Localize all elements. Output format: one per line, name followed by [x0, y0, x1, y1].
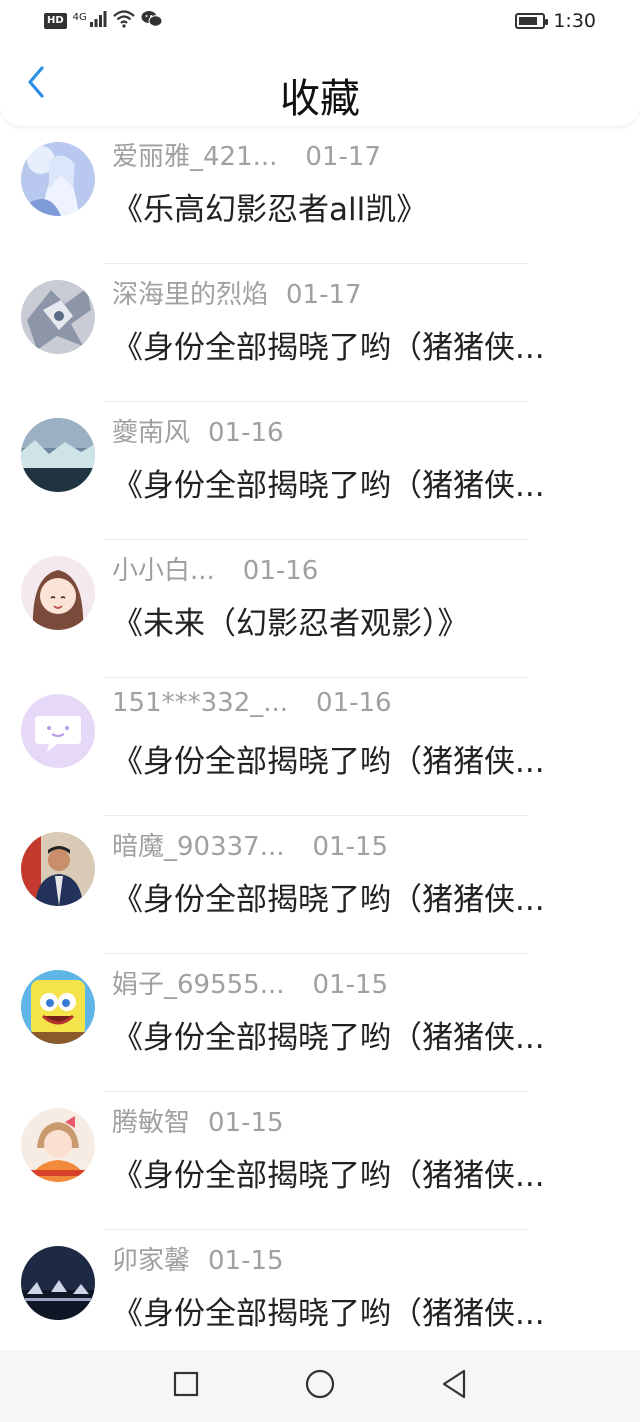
username: 腾敏智 [112, 1108, 191, 1138]
book-title[interactable]: 《身份全部揭晓了哟（猪猪侠... [112, 736, 590, 781]
item-meta: 腾敏智 01-15 [112, 1102, 284, 1139]
back-nav-button[interactable] [432, 1364, 476, 1408]
date: 01-15 [208, 1108, 284, 1138]
avatar[interactable] [21, 1246, 95, 1320]
username: 151***332_... [112, 688, 289, 718]
clock: 1:30 [553, 10, 596, 32]
book-title[interactable]: 《身份全部揭晓了哟（猪猪侠... [112, 322, 590, 367]
home-button[interactable] [298, 1364, 342, 1408]
list-item[interactable]: 腾敏智 01-15 《身份全部揭晓了哟（猪猪侠... [0, 1092, 640, 1230]
item-meta: 暗魔_90337... 01-15 [112, 826, 388, 863]
list-item[interactable]: 深海里的烈焰 01-17 《身份全部揭晓了哟（猪猪侠... [0, 264, 640, 402]
item-meta: 爱丽雅_421... 01-17 [112, 136, 381, 173]
date: 01-16 [316, 688, 392, 718]
username: 卯家馨 [112, 1246, 191, 1276]
item-meta: 卯家馨 01-15 [112, 1240, 284, 1277]
status-bar: HD 4G 1:30 [0, 0, 640, 44]
item-meta: 151***332_... 01-16 [112, 688, 392, 718]
item-meta: 夔南风 01-16 [112, 412, 284, 449]
recent-apps-icon [172, 1370, 200, 1402]
wechat-icon [141, 10, 163, 32]
book-title[interactable]: 《身份全部揭晓了哟（猪猪侠... [112, 1288, 590, 1333]
username: 暗魔_90337... [112, 832, 285, 862]
avatar[interactable] [21, 832, 95, 906]
status-left: HD 4G [44, 10, 163, 32]
avatar[interactable] [21, 694, 95, 768]
battery-level [519, 17, 538, 25]
username: 爱丽雅_421... [112, 142, 278, 172]
username: 夔南风 [112, 418, 191, 448]
signal-icon [89, 11, 107, 31]
username: 深海里的烈焰 [112, 280, 269, 310]
back-icon [439, 1368, 469, 1404]
book-title[interactable]: 《身份全部揭晓了哟（猪猪侠... [112, 1150, 590, 1195]
recent-apps-button[interactable] [164, 1364, 208, 1408]
header: 收藏 [0, 44, 640, 126]
username: 娟子_69555... [112, 970, 285, 1000]
date: 01-17 [305, 142, 381, 172]
list-item[interactable]: 爱丽雅_421... 01-17 《乐高幻影忍者all凯》 [0, 126, 640, 264]
date: 01-15 [208, 1246, 284, 1276]
date: 01-16 [208, 418, 284, 448]
date: 01-15 [312, 832, 389, 862]
avatar[interactable] [21, 556, 95, 630]
list-item[interactable]: 娟子_69555... 01-15 《身份全部揭晓了哟（猪猪侠... [0, 954, 640, 1092]
network-type: 4G [72, 11, 87, 23]
book-title[interactable]: 《身份全部揭晓了哟（猪猪侠... [112, 874, 590, 919]
date: 01-15 [312, 970, 389, 1000]
book-title[interactable]: 《未来（幻影忍者观影）》 [112, 598, 590, 643]
avatar[interactable] [21, 970, 95, 1044]
battery-icon [515, 13, 549, 29]
avatar[interactable] [21, 280, 95, 354]
list-item[interactable]: 151***332_... 01-16 《身份全部揭晓了哟（猪猪侠... [0, 678, 640, 816]
book-title[interactable]: 《身份全部揭晓了哟（猪猪侠... [112, 1012, 590, 1057]
wifi-icon [113, 10, 135, 32]
list-item[interactable]: 夔南风 01-16 《身份全部揭晓了哟（猪猪侠... [0, 402, 640, 540]
book-title[interactable]: 《乐高幻影忍者all凯》 [112, 184, 590, 229]
list-item[interactable]: 卯家馨 01-15 《身份全部揭晓了哟（猪猪侠... [0, 1230, 640, 1350]
page-title: 收藏 [280, 76, 360, 122]
avatar[interactable] [21, 142, 95, 216]
list-item[interactable]: 小小白... 01-16 《未来（幻影忍者观影）》 [0, 540, 640, 678]
username: 小小白... [112, 556, 215, 586]
favorites-list: 爱丽雅_421... 01-17 《乐高幻影忍者all凯》 深海里的烈焰 01-… [0, 126, 640, 1350]
item-meta: 小小白... 01-16 [112, 550, 318, 587]
date: 01-17 [286, 280, 362, 310]
home-icon [304, 1368, 336, 1404]
avatar[interactable] [21, 1108, 95, 1182]
favorites-screen: HD 4G 1:30 收藏 爱丽雅_421... 01-17 《乐高幻影忍者al… [0, 0, 640, 1422]
avatar[interactable] [21, 418, 95, 492]
book-title[interactable]: 《身份全部揭晓了哟（猪猪侠... [112, 460, 590, 505]
list-item[interactable]: 暗魔_90337... 01-15 《身份全部揭晓了哟（猪猪侠... [0, 816, 640, 954]
system-nav-bar [0, 1350, 640, 1422]
status-right: 1:30 [515, 10, 596, 32]
item-meta: 深海里的烈焰 01-17 [112, 274, 362, 311]
date: 01-16 [242, 556, 319, 586]
item-meta: 娟子_69555... 01-15 [112, 964, 388, 1001]
hd-badge: HD [44, 13, 67, 29]
